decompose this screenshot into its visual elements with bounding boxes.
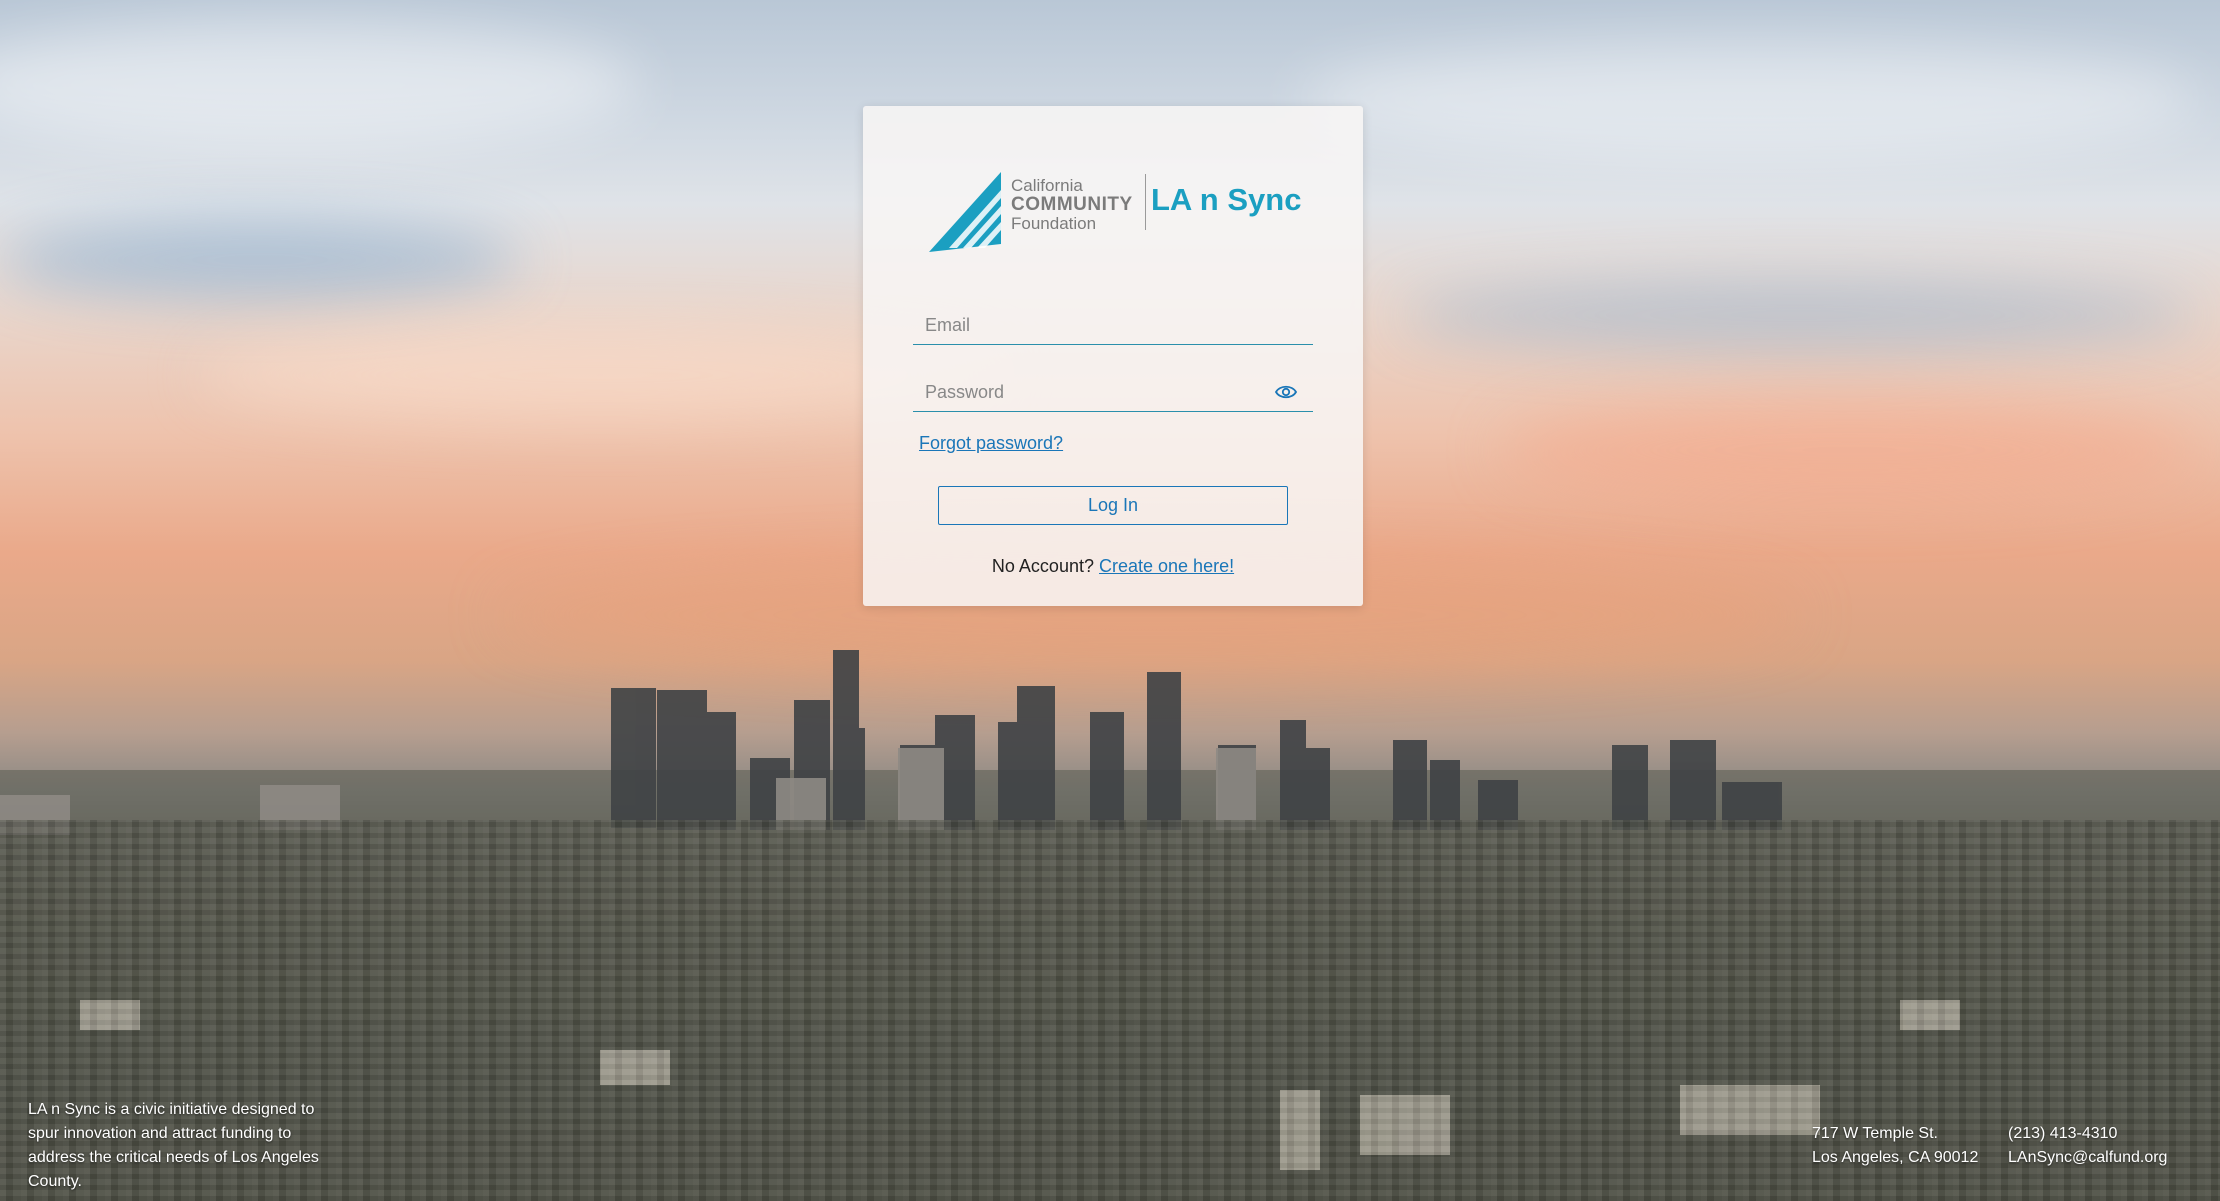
footer-address: 717 W Temple St. Los Angeles, CA 90012 xyxy=(1812,1122,1978,1170)
login-button[interactable]: Log In xyxy=(938,486,1288,525)
ccf-wordmark: California COMMUNITY Foundation xyxy=(1011,176,1133,233)
login-card: California COMMUNITY Foundation LA n Syn… xyxy=(863,106,1363,606)
footer-email[interactable]: LAnSync@calfund.org xyxy=(2008,1146,2167,1170)
logo-divider xyxy=(1145,174,1146,230)
ccf-line3: Foundation xyxy=(1011,214,1097,233)
email-field[interactable] xyxy=(913,306,1313,345)
password-input[interactable] xyxy=(913,373,1313,411)
product-name: LA n Sync xyxy=(1151,182,1302,217)
eye-icon[interactable] xyxy=(1275,383,1297,401)
forgot-password-link[interactable]: Forgot password? xyxy=(919,433,1063,454)
ccf-line2: COMMUNITY xyxy=(1011,194,1133,215)
footer-phone: (213) 413-4310 xyxy=(2008,1125,2118,1142)
address-line2: Los Angeles, CA 90012 xyxy=(1812,1149,1979,1166)
email-input[interactable] xyxy=(913,306,1313,344)
logo: California COMMUNITY Foundation LA n Syn… xyxy=(929,166,1302,252)
footer-contact: (213) 413-4310 LAnSync@calfund.org xyxy=(2008,1122,2167,1170)
ccf-line1: California xyxy=(1011,176,1083,195)
password-field[interactable] xyxy=(913,373,1313,412)
create-account-link[interactable]: Create one here! xyxy=(1099,556,1234,576)
footer-description: LA n Sync is a civic initiative designed… xyxy=(28,1101,319,1190)
ccf-logo-icon xyxy=(929,172,1001,252)
no-account-text: No Account? xyxy=(991,556,1094,576)
no-account-row: No Account? Create one here! xyxy=(863,556,1363,577)
address-line1: 717 W Temple St. xyxy=(1812,1125,1938,1142)
